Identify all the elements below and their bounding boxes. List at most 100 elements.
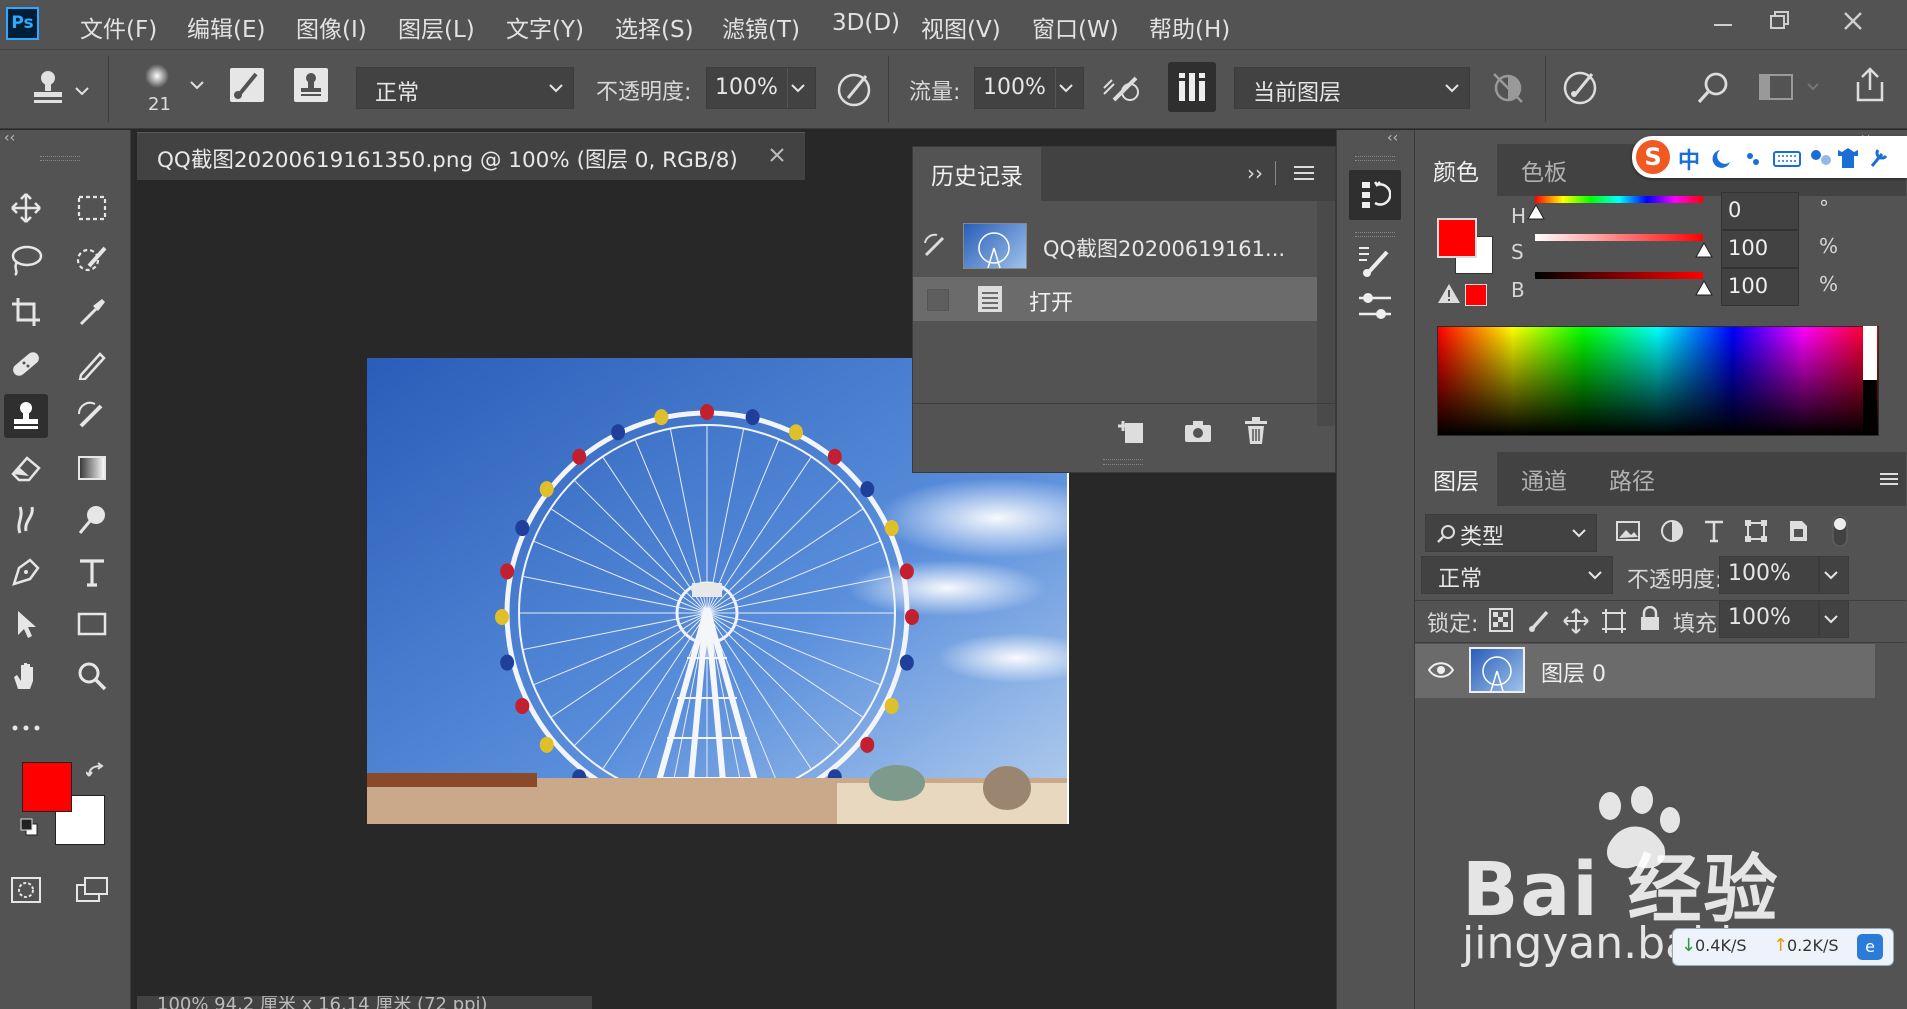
layer-filter-select[interactable]: 类型 — [1425, 514, 1597, 552]
smudge-tool[interactable] — [4, 498, 48, 542]
brush-tool[interactable] — [70, 342, 114, 386]
crop-tool[interactable] — [4, 290, 48, 334]
gamut-warning-icon[interactable] — [1437, 282, 1461, 304]
quick-mask-button[interactable] — [4, 868, 48, 912]
gradient-tool[interactable] — [70, 446, 114, 490]
lock-transparent-pixels[interactable] — [1489, 608, 1513, 632]
menu-type[interactable]: 文字(Y) — [506, 10, 584, 44]
default-colors-button[interactable] — [20, 818, 38, 836]
saturation-slider-thumb[interactable] — [1695, 242, 1713, 258]
history-panel-button[interactable] — [1349, 170, 1401, 220]
saturation-input[interactable]: 100 — [1721, 230, 1799, 268]
lasso-tool[interactable] — [4, 238, 48, 282]
filter-adjustment-layers[interactable] — [1659, 518, 1685, 544]
hue-input[interactable]: 0 — [1721, 192, 1799, 230]
layer-opacity-dropdown[interactable] — [1819, 556, 1849, 594]
screen-mode-button[interactable] — [70, 868, 114, 912]
close-window-button[interactable] — [1833, 4, 1873, 38]
close-document-button[interactable] — [767, 145, 787, 165]
dodge-tool[interactable] — [70, 498, 114, 542]
opacity-input[interactable]: 100% — [706, 67, 816, 109]
panel-menu-button[interactable] — [1879, 472, 1899, 486]
color-spectrum-ramp[interactable] — [1437, 326, 1879, 436]
pressure-opacity-button[interactable] — [836, 70, 876, 110]
zoom-tool[interactable] — [70, 654, 114, 698]
swap-colors-button[interactable] — [86, 762, 106, 782]
pressure-size-button[interactable] — [1562, 68, 1602, 108]
hand-tool[interactable] — [4, 654, 48, 698]
move-tool[interactable] — [4, 186, 48, 230]
filter-type-layers[interactable] — [1701, 518, 1727, 544]
clone-stamp-tool[interactable] — [4, 394, 48, 438]
menu-file[interactable]: 文件(F) — [80, 10, 157, 44]
saturation-slider[interactable] — [1535, 234, 1703, 241]
filter-shape-layers[interactable] — [1743, 518, 1769, 544]
spectrum-white-chip[interactable] — [1863, 326, 1877, 380]
history-scrollbar[interactable] — [1317, 201, 1335, 426]
new-snapshot-button[interactable] — [1183, 419, 1213, 443]
document-tab[interactable]: QQ截图20200619161350.png @ 100% (图层 0, RGB… — [137, 132, 805, 180]
tab-color[interactable]: 颜色 — [1415, 144, 1497, 196]
history-brush-tool[interactable] — [70, 394, 114, 438]
filter-pixel-layers[interactable] — [1615, 518, 1641, 544]
tool-preset-picker[interactable] — [28, 68, 90, 108]
edit-toolbar-button[interactable] — [4, 706, 48, 750]
filter-smart-objects[interactable] — [1785, 518, 1811, 544]
menu-help[interactable]: 帮助(H) — [1149, 10, 1230, 44]
menu-layer[interactable]: 图层(L) — [398, 10, 475, 44]
menu-view[interactable]: 视图(V) — [921, 10, 1001, 44]
quick-selection-tool[interactable] — [70, 238, 114, 282]
brightness-slider-thumb[interactable] — [1695, 280, 1713, 296]
fill-input[interactable]: 100% — [1719, 600, 1819, 638]
collapse-icon[interactable]: ‹‹ — [1387, 130, 1398, 146]
ignore-adjustment-layers-button[interactable] — [1490, 70, 1526, 106]
menu-image[interactable]: 图像(I) — [296, 10, 367, 44]
panel-grip[interactable] — [40, 156, 80, 161]
layer-opacity-input[interactable]: 100% — [1719, 556, 1819, 594]
brightness-input[interactable]: 100 — [1721, 268, 1799, 306]
panel-resize-grip[interactable] — [1103, 459, 1143, 465]
brush-settings-panel-button[interactable] — [1357, 244, 1393, 278]
share-button[interactable] — [1852, 66, 1888, 104]
path-selection-tool[interactable] — [4, 602, 48, 646]
lock-all[interactable] — [1639, 606, 1661, 632]
brush-settings-button[interactable] — [228, 66, 266, 104]
history-state-checkbox[interactable] — [927, 289, 949, 311]
flow-input[interactable]: 100% — [974, 67, 1084, 109]
menu-3d[interactable]: 3D(D) — [832, 10, 900, 36]
eyedropper-tool[interactable] — [70, 290, 114, 334]
healing-brush-tool[interactable] — [4, 342, 48, 386]
hue-slider[interactable] — [1535, 196, 1703, 203]
minimize-button[interactable] — [1703, 4, 1743, 38]
expand-panel-icon[interactable]: ›› — [1247, 161, 1263, 185]
menu-select[interactable]: 选择(S) — [615, 10, 694, 44]
tab-channels[interactable]: 通道 — [1503, 452, 1585, 506]
blend-mode-select[interactable]: 正常 — [356, 67, 574, 109]
adjustments-panel-button[interactable] — [1357, 290, 1393, 324]
type-tool[interactable] — [70, 550, 114, 594]
brightness-slider[interactable] — [1535, 272, 1703, 279]
eraser-tool[interactable] — [4, 446, 48, 490]
aligned-toggle[interactable] — [1168, 62, 1216, 112]
layer-row[interactable]: 图层 0 — [1415, 644, 1875, 698]
rectangle-tool[interactable] — [70, 602, 114, 646]
workspace-button[interactable] — [1758, 72, 1824, 104]
panel-menu-button[interactable] — [1293, 165, 1315, 181]
hue-slider-thumb[interactable] — [1527, 204, 1545, 220]
tab-layers[interactable]: 图层 — [1415, 452, 1497, 506]
lock-image-pixels[interactable] — [1527, 608, 1551, 632]
layer-blend-mode-select[interactable]: 正常 — [1421, 556, 1613, 594]
filter-toggle[interactable] — [1831, 514, 1849, 548]
menu-window[interactable]: 窗口(W) — [1032, 10, 1119, 44]
new-document-from-state-button[interactable] — [1117, 417, 1149, 445]
tab-paths[interactable]: 路径 — [1591, 452, 1673, 506]
clone-source-button[interactable] — [292, 66, 330, 104]
marquee-tool[interactable] — [70, 186, 114, 230]
airbrush-button[interactable] — [1100, 70, 1144, 110]
menu-edit[interactable]: 编辑(E) — [187, 10, 265, 44]
collapse-icon[interactable]: ‹‹ — [4, 130, 15, 146]
delete-state-button[interactable] — [1243, 417, 1269, 445]
history-snapshot-row[interactable]: QQ截图20200619161... — [913, 219, 1317, 273]
sample-select[interactable]: 当前图层 — [1234, 67, 1470, 109]
foreground-color-swatch[interactable] — [22, 762, 72, 812]
